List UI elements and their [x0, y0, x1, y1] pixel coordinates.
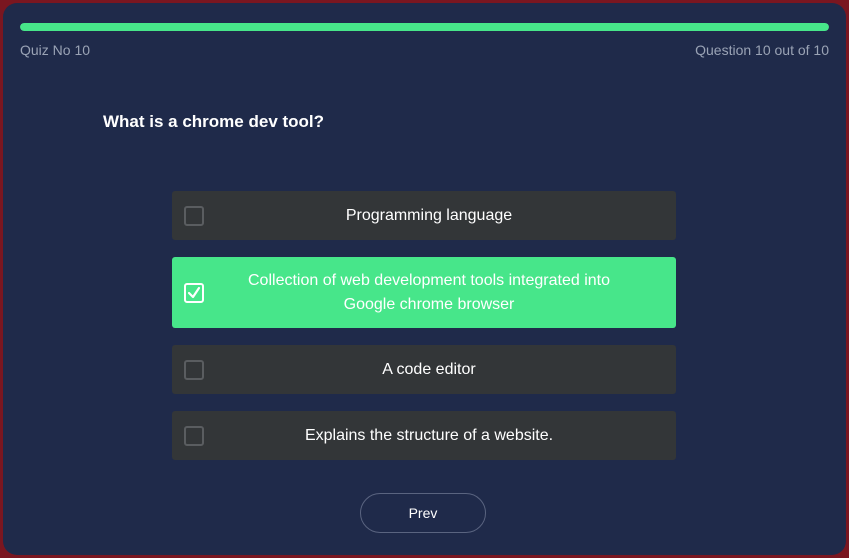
option-label: Collection of web development tools inte…: [248, 271, 610, 313]
quiz-number: Quiz No 10: [20, 42, 91, 58]
checkbox-icon[interactable]: [184, 205, 204, 226]
option-chrome-devtools[interactable]: Collection of web development tools inte…: [172, 257, 676, 328]
option-website-structure[interactable]: Explains the structure of a website.: [172, 411, 676, 460]
progress-fill: [20, 23, 829, 31]
quiz-card: Quiz No 10 Question 10 out of 10 What is…: [3, 3, 846, 555]
option-label: Explains the structure of a website.: [304, 426, 554, 444]
checkbox-icon[interactable]: [184, 359, 204, 380]
checkbox-icon[interactable]: [184, 282, 204, 303]
option-code-editor[interactable]: A code editor: [172, 345, 676, 394]
question-text: What is a chrome dev tool?: [103, 112, 325, 131]
prev-button[interactable]: Prev: [360, 493, 486, 533]
checkmark-icon: [187, 286, 201, 298]
option-label: A code editor: [382, 360, 476, 378]
checkbox-icon[interactable]: [184, 425, 204, 446]
question-counter: Question 10 out of 10: [695, 42, 829, 58]
option-programming-language[interactable]: Programming language: [172, 191, 676, 240]
progress-bar: [20, 23, 829, 31]
option-label: Programming language: [345, 206, 513, 224]
